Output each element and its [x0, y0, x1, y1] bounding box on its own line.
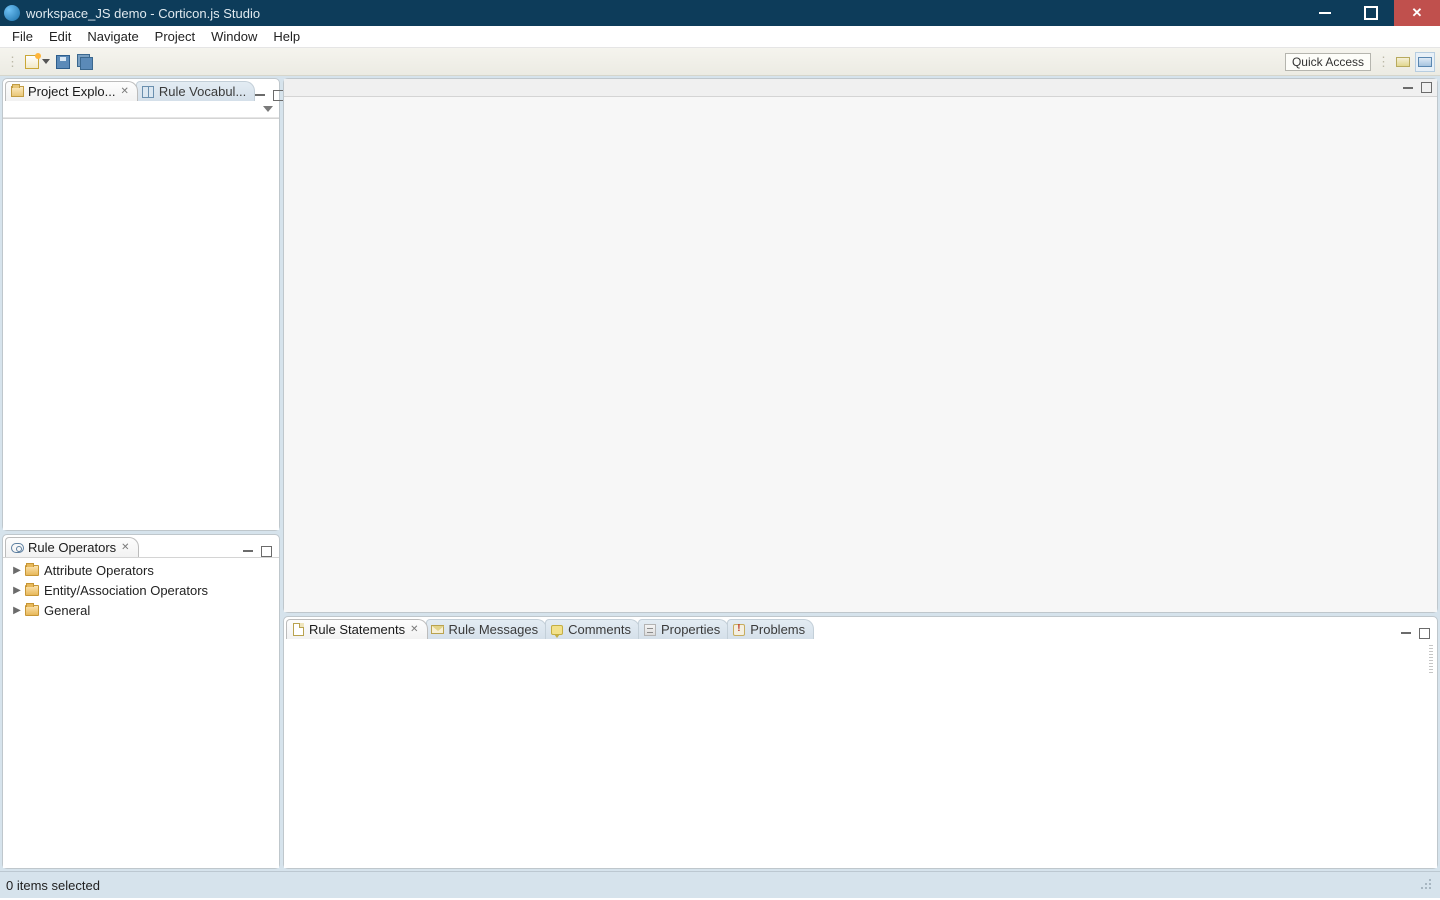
window-close-button[interactable] — [1394, 0, 1440, 26]
expand-icon[interactable]: ▶ — [11, 605, 23, 616]
rule-operators-view: Rule Operators ✕ ▶ Attribute Operators — [2, 534, 280, 869]
comments-icon — [550, 623, 564, 637]
main-toolbar: ⋮ Quick Access ⋮ — [0, 48, 1440, 76]
view-tab-row: Rule Statements ✕ Rule Messages Comments… — [284, 617, 1437, 639]
tab-label: Comments — [568, 622, 631, 637]
view-maximize-button[interactable] — [1419, 82, 1433, 94]
menu-file[interactable]: File — [4, 27, 41, 46]
drag-handle-icon[interactable] — [1429, 645, 1433, 675]
view-minimize-button[interactable] — [1399, 627, 1413, 639]
editor-area-view — [283, 78, 1438, 613]
view-tab-row: Project Explo... ✕ Rule Vocabul... — [3, 79, 279, 101]
title-bar: workspace_JS demo - Corticon.js Studio — [0, 0, 1440, 26]
rule-operators-tree: ▶ Attribute Operators ▶ Entity/Associati… — [3, 558, 279, 622]
folder-icon — [25, 565, 39, 576]
tree-item-label: Entity/Association Operators — [44, 583, 208, 598]
rule-operators-body: ▶ Attribute Operators ▶ Entity/Associati… — [3, 557, 279, 868]
tab-label: Rule Vocabul... — [159, 84, 246, 99]
tab-label: Rule Statements — [309, 622, 405, 637]
view-local-toolbar — [3, 101, 279, 118]
rule-statements-icon — [291, 623, 305, 637]
bottom-panel-view: Rule Statements ✕ Rule Messages Comments… — [283, 616, 1438, 869]
expand-icon[interactable]: ▶ — [11, 585, 23, 596]
workbench: Project Explo... ✕ Rule Vocabul... — [0, 76, 1440, 871]
tree-item-label: General — [44, 603, 90, 618]
new-icon — [25, 55, 39, 69]
save-button[interactable] — [54, 53, 72, 71]
window-title: workspace_JS demo - Corticon.js Studio — [26, 6, 1302, 21]
tab-rule-vocabulary[interactable]: Rule Vocabul... — [136, 81, 255, 101]
save-icon — [56, 55, 70, 69]
editor-controls — [284, 79, 1437, 97]
window-minimize-button[interactable] — [1302, 0, 1348, 26]
status-bar: 0 items selected — [0, 871, 1440, 898]
view-maximize-button[interactable] — [259, 545, 273, 557]
tree-item-entity-association-operators[interactable]: ▶ Entity/Association Operators — [3, 580, 279, 600]
toolbar-separator: ⋮ — [1377, 54, 1390, 70]
tree-item-general[interactable]: ▶ General — [3, 600, 279, 620]
current-perspective-button[interactable] — [1415, 52, 1435, 72]
open-perspective-button[interactable] — [1393, 52, 1413, 72]
project-explorer-body[interactable] — [3, 118, 279, 530]
app-icon — [4, 5, 20, 21]
tab-properties[interactable]: Properties — [638, 619, 729, 639]
right-column: Rule Statements ✕ Rule Messages Comments… — [283, 78, 1438, 869]
quick-access-field[interactable]: Quick Access — [1285, 53, 1371, 71]
folder-icon — [25, 605, 39, 616]
rule-statements-body[interactable] — [284, 639, 1437, 868]
left-column: Project Explo... ✕ Rule Vocabul... — [2, 78, 280, 869]
menu-project[interactable]: Project — [147, 27, 203, 46]
view-minimize-button[interactable] — [253, 89, 267, 101]
tab-problems[interactable]: Problems — [727, 619, 814, 639]
view-minimize-button[interactable] — [1401, 82, 1415, 94]
rule-operators-icon — [10, 541, 24, 555]
perspective-icon — [1418, 57, 1432, 67]
tab-rule-messages[interactable]: Rule Messages — [426, 619, 548, 639]
new-button[interactable] — [23, 53, 41, 71]
editor-area[interactable] — [284, 97, 1437, 612]
menu-window[interactable]: Window — [203, 27, 265, 46]
rule-vocabulary-icon — [141, 85, 155, 99]
save-all-button[interactable] — [76, 53, 94, 71]
folder-icon — [25, 585, 39, 596]
save-all-icon — [77, 54, 93, 70]
tab-label: Rule Messages — [449, 622, 539, 637]
tree-item-label: Attribute Operators — [44, 563, 154, 578]
view-menu-icon[interactable] — [263, 106, 273, 112]
menu-edit[interactable]: Edit — [41, 27, 79, 46]
tree-item-attribute-operators[interactable]: ▶ Attribute Operators — [3, 560, 279, 580]
tab-rule-operators[interactable]: Rule Operators ✕ — [5, 537, 139, 557]
view-minimize-button[interactable] — [241, 545, 255, 557]
menu-navigate[interactable]: Navigate — [79, 27, 146, 46]
problems-icon — [732, 623, 746, 637]
tab-label: Project Explo... — [28, 84, 115, 99]
project-explorer-icon — [10, 85, 24, 99]
tab-label: Properties — [661, 622, 720, 637]
toolbar-separator: ⋮ — [6, 54, 19, 70]
menu-bar: File Edit Navigate Project Window Help — [0, 26, 1440, 48]
tab-comments[interactable]: Comments — [545, 619, 640, 639]
perspective-icon — [1396, 57, 1410, 67]
resize-grip-icon[interactable] — [1420, 878, 1434, 892]
tab-project-explorer[interactable]: Project Explo... ✕ — [5, 81, 138, 101]
tab-close-icon[interactable]: ✕ — [121, 542, 129, 553]
tab-close-icon[interactable]: ✕ — [120, 86, 128, 97]
tab-label: Problems — [750, 622, 805, 637]
view-tab-row: Rule Operators ✕ — [3, 535, 279, 557]
status-text: 0 items selected — [6, 878, 100, 893]
tab-label: Rule Operators — [28, 540, 116, 555]
properties-icon — [643, 623, 657, 637]
tab-rule-statements[interactable]: Rule Statements ✕ — [286, 619, 428, 639]
menu-help[interactable]: Help — [265, 27, 308, 46]
rule-messages-icon — [431, 623, 445, 637]
project-explorer-view: Project Explo... ✕ Rule Vocabul... — [2, 78, 280, 531]
window-maximize-button[interactable] — [1348, 0, 1394, 26]
tab-close-icon[interactable]: ✕ — [410, 624, 418, 635]
view-maximize-button[interactable] — [1417, 627, 1431, 639]
expand-icon[interactable]: ▶ — [11, 565, 23, 576]
new-dropdown-icon[interactable] — [42, 59, 50, 64]
